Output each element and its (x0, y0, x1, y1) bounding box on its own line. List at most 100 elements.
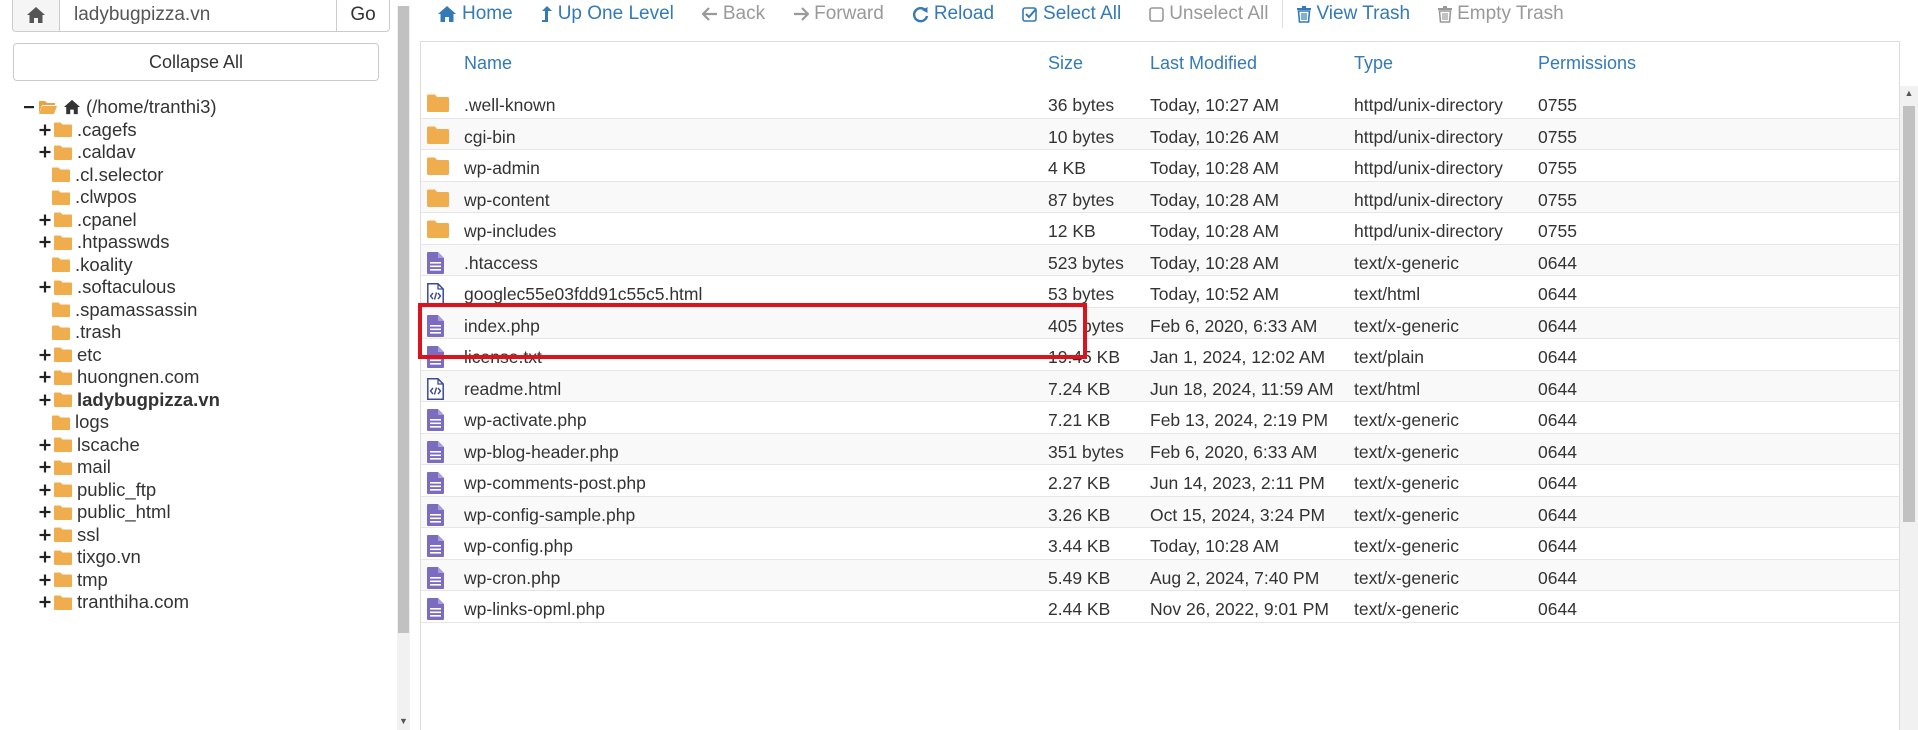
file-permissions: 0755 (1538, 158, 1577, 179)
table-scrollbar-thumb[interactable] (1903, 106, 1915, 522)
expand-plus-icon[interactable] (38, 235, 52, 249)
file-icon (427, 251, 444, 279)
folder-icon (54, 550, 72, 565)
table-row[interactable]: cgi-bin 10 bytes Today, 10:26 AM httpd/unix… (421, 118, 1899, 151)
toolbar: Home Up One Level Back Forward Reload Se… (420, 0, 1918, 28)
empty-trash-button[interactable]: Empty Trash (1438, 3, 1564, 25)
table-row[interactable]: wp-admin 4 KB Today, 10:28 AM httpd/unix-di… (421, 150, 1899, 182)
file-type: text/html (1354, 378, 1421, 399)
reload-label: Reload (933, 3, 995, 24)
collapse-toggle-icon[interactable] (22, 100, 36, 114)
tree-item-label: ssl (77, 523, 100, 545)
expand-plus-icon[interactable] (38, 348, 52, 362)
file-name: wp-activate.php (464, 410, 587, 431)
expand-plus-icon[interactable] (38, 550, 52, 564)
scroll-down-icon[interactable]: ▼ (397, 716, 410, 726)
expand-plus-icon[interactable] (38, 370, 52, 384)
table-row[interactable]: wp-content 87 bytes Today, 10:28 AM httpd/u… (421, 181, 1899, 214)
file-last-modified: Today, 10:27 AM (1150, 95, 1280, 115)
expand-plus-icon[interactable] (38, 460, 52, 474)
path-input[interactable] (59, 0, 337, 32)
table-row[interactable]: googlec55e03fdd91c55c5.html 53 bytes Today… (421, 276, 1899, 308)
tree-scrollbar-thumb[interactable] (398, 6, 409, 633)
folder-icon (54, 572, 72, 587)
expand-plus-icon[interactable] (38, 123, 52, 137)
tree-item-label: .cagefs (77, 118, 137, 140)
home-button-label: Home (462, 3, 513, 24)
tree-item-label: public_ftp (77, 478, 157, 500)
expand-plus-icon[interactable] (38, 573, 52, 587)
table-row[interactable]: wp-comments-post.php 2.27 KB Jun 14, 2023,… (421, 465, 1899, 497)
column-header-size[interactable]: Size (1048, 53, 1083, 74)
table-row[interactable]: .htaccess 523 bytes Today, 10:28 AM text/x-… (421, 244, 1899, 279)
forward-button[interactable]: Forward (793, 3, 884, 25)
reload-button[interactable]: Reload (912, 3, 994, 25)
column-header-name[interactable]: Name (464, 53, 512, 74)
file-name: wp-admin (464, 158, 540, 179)
tree-home-button[interactable] (12, 0, 60, 32)
tree-item-label: .cpanel (77, 208, 137, 230)
tree-item-label: tixgo.vn (77, 546, 141, 567)
column-header-type[interactable]: Type (1354, 53, 1393, 74)
file-type: httpd/unix-directory (1354, 126, 1503, 147)
file-permissions: 0644 (1538, 378, 1577, 399)
collapse-all-button[interactable]: Collapse All (13, 43, 379, 81)
table-scrollbar[interactable]: ▲ (1900, 86, 1918, 730)
file-size: 7.21 KB (1048, 410, 1111, 431)
file-icon (427, 440, 444, 468)
table-row[interactable]: wp-config-sample.php 3.26 KB Oct 15, 2024,… (421, 496, 1899, 529)
home-button[interactable]: Home (437, 3, 513, 25)
file-last-modified: Today, 10:28 AM (1150, 158, 1280, 179)
column-header-permissions[interactable]: Permissions (1538, 53, 1636, 74)
path-bar: Go (12, 0, 390, 34)
scroll-up-icon[interactable]: ▲ (1900, 88, 1918, 98)
expand-plus-icon[interactable] (38, 438, 52, 452)
expand-plus-icon[interactable] (38, 280, 52, 294)
table-row[interactable]: wp-links-opml.php 2.44 KB Nov 26, 2022, 9:… (421, 591, 1899, 623)
view-trash-button[interactable]: View Trash (1297, 3, 1410, 25)
column-header-last-modified[interactable]: Last Modified (1150, 53, 1257, 74)
unselect-all-button[interactable]: Unselect All (1149, 3, 1268, 25)
back-button[interactable]: Back (701, 3, 765, 25)
tree-item-label: .caldav (77, 141, 136, 162)
folder-open-icon (38, 99, 58, 115)
file-type: httpd/unix-directory (1354, 189, 1503, 210)
tree-item-label: logs (75, 411, 109, 432)
file-size: 12 KB (1048, 221, 1096, 242)
file-permissions: 0755 (1538, 126, 1577, 147)
tree-item[interactable]: tranthiha.com (38, 589, 189, 615)
file-last-modified: Feb 6, 2020, 6:33 AM (1150, 315, 1318, 336)
select-all-button[interactable]: Select All (1022, 3, 1121, 25)
expand-plus-icon[interactable] (38, 528, 52, 542)
folder-icon (54, 280, 72, 295)
table-row[interactable]: wp-activate.php 7.21 KB Feb 13, 2024, 2:19… (421, 402, 1899, 436)
go-button[interactable]: Go (336, 0, 390, 32)
folder-icon (52, 325, 70, 340)
expand-plus-icon[interactable] (38, 483, 52, 497)
expand-plus-icon[interactable] (38, 145, 52, 159)
table-row[interactable]: readme.html 7.24 KB Jun 18, 2024, 11:59 AM… (421, 370, 1899, 403)
tree-scrollbar[interactable]: ▼ (397, 6, 410, 730)
expand-plus-icon[interactable] (38, 213, 52, 227)
table-row[interactable]: license.txt 19.45 KB Jan 1, 2024, 12:02 AM… (421, 339, 1899, 371)
file-icon (427, 535, 444, 562)
table-row[interactable]: index.php 405 bytes Feb 6, 2020, 6:33 AM te… (421, 307, 1899, 340)
folder-icon (54, 460, 72, 475)
table-row[interactable]: .well-known 36 bytes Today, 10:27 AM httpd/… (421, 87, 1899, 119)
file-permissions: 0755 (1538, 221, 1577, 242)
expand-plus-icon[interactable] (38, 505, 52, 519)
table-row[interactable]: wp-blog-header.php 351 bytes Feb 6, 2020, … (421, 433, 1899, 468)
file-icon (427, 409, 444, 436)
table-row[interactable]: wp-includes 12 KB Today, 10:28 AM httpd/uni… (421, 213, 1899, 245)
expand-plus-icon[interactable] (38, 393, 52, 407)
select-all-label: Select All (1043, 3, 1122, 24)
file-type: text/x-generic (1354, 567, 1460, 588)
file-permissions: 0644 (1538, 599, 1577, 620)
table-row[interactable]: wp-cron.php 5.49 KB Aug 2, 2024, 7:40 PM te… (421, 559, 1899, 592)
expand-plus-icon[interactable] (38, 595, 52, 609)
up-one-level-button[interactable]: Up One Level (541, 3, 674, 25)
folder-icon (54, 370, 72, 385)
folder-icon (427, 157, 449, 180)
file-type: text/x-generic (1354, 473, 1460, 494)
table-row[interactable]: wp-config.php 3.44 KB Today, 10:28 AM text/… (421, 528, 1899, 562)
